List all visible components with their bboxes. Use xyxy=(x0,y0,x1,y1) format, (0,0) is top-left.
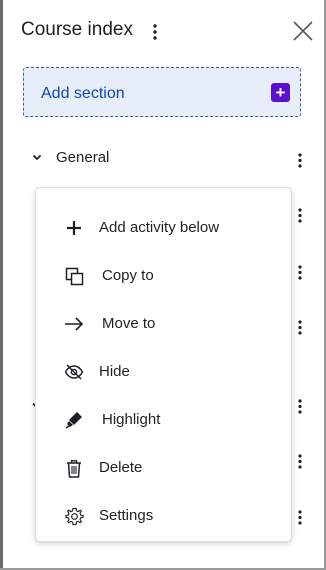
menu-item-add-activity-below[interactable]: Add activity below xyxy=(36,208,291,248)
chevron-down-icon[interactable] xyxy=(31,151,43,163)
menu-item-copy-to[interactable]: Copy to xyxy=(36,256,291,296)
arrow-right-icon xyxy=(64,314,84,334)
activity-actions-menu: Add activity below Copy to Move to Hide xyxy=(35,187,292,542)
plus-icon: + xyxy=(271,83,290,102)
menu-item-delete[interactable]: Delete xyxy=(36,448,291,488)
trash-icon xyxy=(64,458,84,478)
menu-item-label: Delete xyxy=(99,459,143,476)
add-section-button[interactable]: Add section + xyxy=(23,67,301,117)
copy-icon xyxy=(64,266,84,286)
close-icon xyxy=(293,21,313,41)
activity-kebab-icon[interactable] xyxy=(294,205,306,225)
menu-item-label: Hide xyxy=(99,363,130,380)
activity-kebab-icon[interactable] xyxy=(294,451,306,471)
section-general-label: General xyxy=(56,149,110,166)
marker-icon xyxy=(64,410,84,430)
section-general-kebab-icon[interactable] xyxy=(294,150,306,170)
add-section-label: Add section xyxy=(41,85,125,102)
menu-item-label: Add activity below xyxy=(99,219,220,236)
menu-item-label: Move to xyxy=(102,315,156,332)
drawer-options-kebab-icon[interactable] xyxy=(149,22,161,42)
menu-item-move-to[interactable]: Move to xyxy=(36,304,291,344)
menu-item-label: Highlight xyxy=(102,411,161,428)
menu-item-label: Copy to xyxy=(102,267,154,284)
menu-item-highlight[interactable]: Highlight xyxy=(36,400,291,440)
menu-item-settings[interactable]: Settings xyxy=(36,496,291,536)
section-general[interactable]: General xyxy=(0,144,326,172)
section-kebab-icon[interactable] xyxy=(294,396,306,416)
eye-slash-icon xyxy=(64,362,84,382)
gear-icon xyxy=(64,506,84,526)
menu-item-label: Settings xyxy=(99,507,154,524)
frame-left-border xyxy=(0,0,3,570)
activity-kebab-icon[interactable] xyxy=(294,507,306,527)
close-drawer-button[interactable] xyxy=(290,18,316,44)
activity-kebab-icon[interactable] xyxy=(294,317,306,337)
menu-item-hide[interactable]: Hide xyxy=(36,352,291,392)
activity-kebab-icon[interactable] xyxy=(294,262,306,282)
plus-icon xyxy=(64,218,84,238)
drawer-title: Course index xyxy=(21,19,133,40)
